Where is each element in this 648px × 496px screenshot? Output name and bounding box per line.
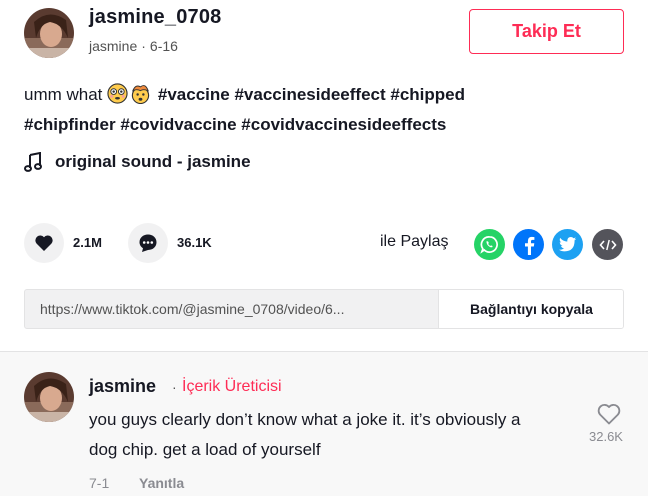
music-note-icon	[24, 152, 42, 172]
comment-icon	[139, 234, 157, 252]
whatsapp-icon[interactable]	[474, 229, 505, 260]
post-username[interactable]: jasmine_0708	[89, 6, 222, 29]
link-box: https://www.tiktok.com/@jasmine_0708/vid…	[24, 289, 624, 329]
post-meta: jasmine · 6-16	[89, 38, 178, 54]
heart-icon	[35, 235, 53, 251]
comment-count: 36.1K	[177, 235, 212, 250]
exploding-head-emoji	[131, 85, 150, 104]
music-row[interactable]: original sound - jasmine	[24, 152, 251, 172]
video-link-field[interactable]: https://www.tiktok.com/@jasmine_0708/vid…	[25, 290, 438, 328]
post-caption: umm what #vaccine #vaccinesideeffect #ch…	[24, 80, 624, 140]
comment-text: you guys clearly don’t know what a joke …	[89, 410, 521, 459]
comment-like-count: 32.6K	[589, 429, 623, 444]
facebook-icon[interactable]	[513, 229, 544, 260]
comment-username[interactable]: jasmine	[89, 376, 156, 397]
comment-separator: ·	[172, 379, 177, 395]
avatar[interactable]	[24, 8, 74, 58]
post-date: 6-16	[149, 38, 178, 54]
copy-link-button[interactable]: Bağlantıyı kopyala	[438, 290, 623, 328]
like-count: 2.1M	[73, 235, 102, 250]
heart-outline-icon[interactable]	[597, 403, 621, 425]
twitter-icon[interactable]	[552, 229, 583, 260]
display-name[interactable]: jasmine	[89, 38, 137, 54]
share-label: ile Paylaş	[380, 233, 449, 250]
music-title[interactable]: original sound - jasmine	[55, 152, 251, 172]
meta-separator: ·	[141, 38, 146, 54]
flushed-face-emoji	[107, 83, 128, 104]
hashtags[interactable]: #vaccine #vaccinesideeffect #chipped	[158, 85, 465, 104]
comment-date: 7-1	[89, 475, 110, 491]
creator-badge: İçerik Üreticisi	[182, 378, 282, 395]
caption-text: umm what	[24, 85, 103, 104]
hashtags[interactable]: #chipfinder #covidvaccine #covidvaccines…	[24, 115, 446, 134]
reply-button[interactable]: Yanıtla	[139, 475, 184, 491]
follow-button[interactable]: Takip Et	[469, 9, 624, 54]
comment-button[interactable]	[128, 223, 168, 263]
embed-icon[interactable]	[592, 229, 623, 260]
like-button[interactable]	[24, 223, 64, 263]
comment-avatar[interactable]	[24, 372, 74, 422]
